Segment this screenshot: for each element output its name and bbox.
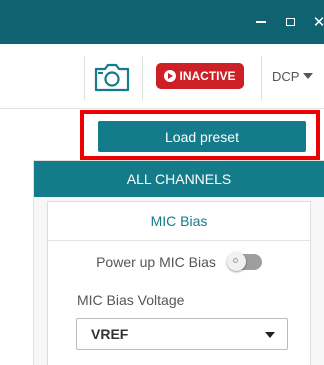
voltage-select-value: VREF <box>91 326 129 342</box>
minimize-icon <box>256 21 266 23</box>
chevron-down-icon <box>303 73 314 79</box>
camera-icon <box>94 63 130 92</box>
power-up-toggle[interactable] <box>226 252 262 271</box>
title-bar: ✕ <box>0 0 324 44</box>
voltage-label: MIC Bias Voltage <box>77 292 185 308</box>
toggle-knob <box>226 252 246 271</box>
chevron-down-icon <box>265 332 275 338</box>
mic-bias-section: MIC Bias Power up MIC Bias MIC Bias Volt… <box>47 201 311 365</box>
status-label: INACTIVE <box>179 69 236 83</box>
app-window: ✕ INACTIVE DCP Load preset ALL CHANNELS <box>0 0 324 365</box>
all-channels-header: ALL CHANNELS <box>34 161 324 197</box>
minimize-button[interactable] <box>246 0 276 44</box>
play-icon <box>164 70 177 82</box>
power-up-row: Power up MIC Bias <box>48 250 310 274</box>
all-channels-panel: ALL CHANNELS MIC Bias Power up MIC Bias … <box>33 160 324 365</box>
voltage-select[interactable]: VREF <box>76 318 288 350</box>
maximize-icon <box>285 18 295 26</box>
toolbar: INACTIVE DCP <box>0 44 324 109</box>
toolbar-divider <box>142 56 143 100</box>
close-icon: ✕ <box>312 13 324 31</box>
power-up-label: Power up MIC Bias <box>96 254 216 270</box>
close-button[interactable]: ✕ <box>304 0 324 44</box>
load-preset-button[interactable]: Load preset <box>98 121 306 152</box>
status-button[interactable]: INACTIVE <box>156 63 244 89</box>
dcp-label: DCP <box>272 68 300 84</box>
maximize-button[interactable] <box>275 0 305 44</box>
mic-bias-title: MIC Bias <box>48 202 310 241</box>
camera-button[interactable] <box>92 60 132 94</box>
toolbar-divider <box>261 56 262 100</box>
toolbar-divider <box>84 56 85 100</box>
dcp-dropdown[interactable]: DCP <box>272 64 314 88</box>
